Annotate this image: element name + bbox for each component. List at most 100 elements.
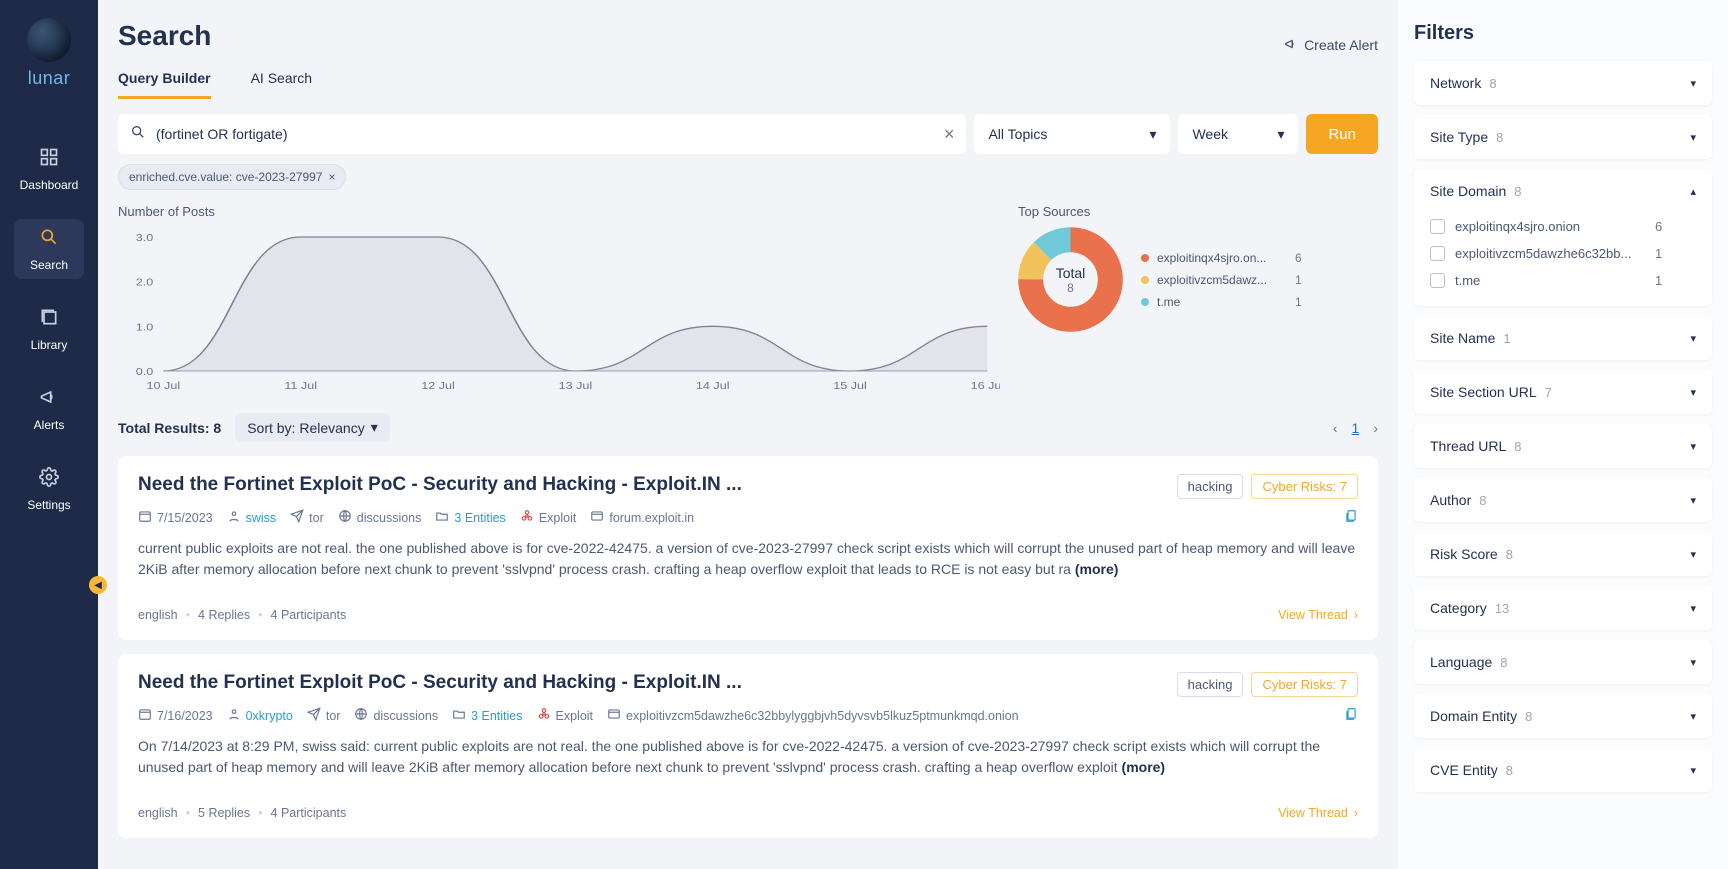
nav-alerts[interactable]: Alerts [14, 379, 84, 439]
result-card: Need the Fortinet Exploit PoC - Security… [118, 654, 1378, 838]
chevron-down-icon: ▾ [1690, 656, 1696, 669]
filter-name: Site Name [1430, 330, 1495, 346]
globe-icon [338, 509, 352, 526]
filter-header[interactable]: Site Name 1 ▾ [1414, 316, 1712, 360]
sidebar-collapse-toggle[interactable]: ◀ [89, 576, 107, 594]
filter-header[interactable]: Thread URL 8 ▾ [1414, 424, 1712, 468]
nav-search-label: Search [30, 258, 68, 272]
nav-search[interactable]: Search [14, 219, 84, 279]
filter-header[interactable]: Author 8 ▾ [1414, 478, 1712, 522]
svg-text:10 Jul: 10 Jul [147, 381, 181, 392]
chevron-down-icon: ▾ [1690, 332, 1696, 345]
tag-badge: hacking [1177, 474, 1244, 499]
meta-author[interactable]: 0xkrypto [227, 707, 293, 724]
filter-header[interactable]: Domain Entity 8 ▾ [1414, 694, 1712, 738]
search-icon [39, 227, 59, 258]
svg-text:1.0: 1.0 [136, 322, 153, 333]
svg-text:11 Jul: 11 Jul [284, 381, 317, 392]
sources-legend: exploitinqx4sjro.on... 6 exploitivzcm5da… [1141, 243, 1378, 317]
filter-header[interactable]: Category 13 ▾ [1414, 586, 1712, 630]
range-dropdown-label: Week [1192, 126, 1228, 142]
checkbox-icon[interactable] [1430, 273, 1445, 288]
brand-logo: lunar [27, 18, 71, 89]
run-button[interactable]: Run [1306, 114, 1378, 154]
meta-date: 7/15/2023 [138, 509, 213, 526]
filter-header[interactable]: Site Section URL 7 ▾ [1414, 370, 1712, 414]
range-dropdown[interactable]: Week ▾ [1178, 114, 1298, 154]
chevron-down-icon: ▾ [1690, 386, 1696, 399]
copy-document-icon[interactable] [1344, 707, 1358, 724]
view-thread-link[interactable]: View Thread › [1278, 608, 1358, 622]
view-thread-link[interactable]: View Thread › [1278, 806, 1358, 820]
meta-entities[interactable]: 3 Entities [435, 509, 505, 526]
chevron-up-icon: ▴ [1690, 185, 1696, 198]
svg-text:0.0: 0.0 [136, 367, 153, 378]
chevron-down-icon: ▾ [1690, 131, 1696, 144]
query-input[interactable] [156, 126, 944, 142]
filter-group: Site Section URL 7 ▾ [1414, 370, 1712, 414]
results-list: Need the Fortinet Exploit PoC - Security… [118, 456, 1378, 838]
content: Search Create Alert Query Builder AI Sea… [98, 0, 1398, 869]
chevron-down-icon: ▾ [1690, 602, 1696, 615]
filter-name: Site Section URL [1430, 384, 1537, 400]
chevron-down-icon: ▾ [1690, 77, 1696, 90]
nav-dashboard[interactable]: Dashboard [14, 139, 84, 199]
filter-header[interactable]: Language 8 ▾ [1414, 640, 1712, 684]
tab-query-builder[interactable]: Query Builder [118, 70, 211, 99]
filter-option[interactable]: exploitivzcm5dawzhe6c32bb... 1 [1430, 240, 1696, 267]
filter-header[interactable]: Site Type 8 ▾ [1414, 115, 1712, 159]
legend-count: 1 [1295, 273, 1302, 287]
dashboard-icon [39, 147, 59, 178]
nav-library[interactable]: Library [14, 299, 84, 359]
copy-document-icon[interactable] [1344, 509, 1358, 526]
page-title: Search [118, 20, 211, 52]
filter-name: Language [1430, 654, 1492, 670]
library-icon [39, 307, 59, 338]
globe-icon [354, 707, 368, 724]
meta-replies: 5 Replies [198, 806, 250, 820]
meta-domain: forum.exploit.in [590, 509, 694, 526]
remove-chip-icon[interactable]: × [328, 170, 335, 184]
page-next-icon[interactable]: › [1373, 420, 1378, 436]
tab-ai-search[interactable]: AI Search [251, 70, 312, 99]
sort-dropdown[interactable]: Sort by: Relevancy ▾ [235, 413, 390, 442]
more-link[interactable]: (more) [1075, 561, 1119, 577]
meta-author[interactable]: swiss [227, 509, 277, 526]
filter-header[interactable]: CVE Entity 8 ▾ [1414, 748, 1712, 792]
meta-entities[interactable]: 3 Entities [452, 707, 522, 724]
filter-count: 8 [1514, 184, 1521, 199]
biohazard-icon [520, 509, 534, 526]
topics-dropdown[interactable]: All Topics ▾ [974, 114, 1170, 154]
page-prev-icon[interactable]: ‹ [1333, 420, 1338, 436]
filter-count: 8 [1514, 439, 1521, 454]
filter-header[interactable]: Risk Score 8 ▾ [1414, 532, 1712, 576]
filter-header[interactable]: Site Domain 8 ▴ [1414, 169, 1712, 213]
filter-header[interactable]: Network 8 ▾ [1414, 61, 1712, 105]
chevron-down-icon: ▾ [371, 419, 378, 436]
filter-option[interactable]: t.me 1 [1430, 267, 1696, 294]
filter-count: 8 [1479, 493, 1486, 508]
filter-name: Site Type [1430, 129, 1488, 145]
search-box[interactable]: × [118, 114, 966, 154]
results-header: Total Results: 8 Sort by: Relevancy ▾ ‹ … [118, 413, 1378, 442]
filter-group: CVE Entity 8 ▾ [1414, 748, 1712, 792]
legend-label: exploitinqx4sjro.on... [1157, 251, 1287, 265]
send-icon [307, 707, 321, 724]
more-link[interactable]: (more) [1122, 759, 1166, 775]
checkbox-icon[interactable] [1430, 246, 1445, 261]
filter-option-count: 6 [1655, 219, 1662, 234]
page-number[interactable]: 1 [1352, 420, 1360, 436]
checkbox-icon[interactable] [1430, 219, 1445, 234]
window-icon [607, 707, 621, 724]
meta-network: tor [307, 707, 341, 724]
clear-query-icon[interactable]: × [944, 124, 955, 145]
filter-option[interactable]: exploitinqx4sjro.onion 6 [1430, 213, 1696, 240]
donut-center: Total 8 [1018, 227, 1123, 332]
filters-panel: Filters Network 8 ▾ Site Type 8 ▾ Site D… [1398, 0, 1728, 869]
filter-chip[interactable]: enriched.cve.value: cve-2023-27997 × [118, 164, 346, 190]
calendar-icon [138, 707, 152, 724]
legend-count: 6 [1295, 251, 1302, 265]
create-alert-button[interactable]: Create Alert [1284, 37, 1378, 54]
sources-card: Top Sources Total 8 exploitinqx4sjro.on.… [1018, 204, 1378, 397]
nav-settings[interactable]: Settings [14, 459, 84, 519]
